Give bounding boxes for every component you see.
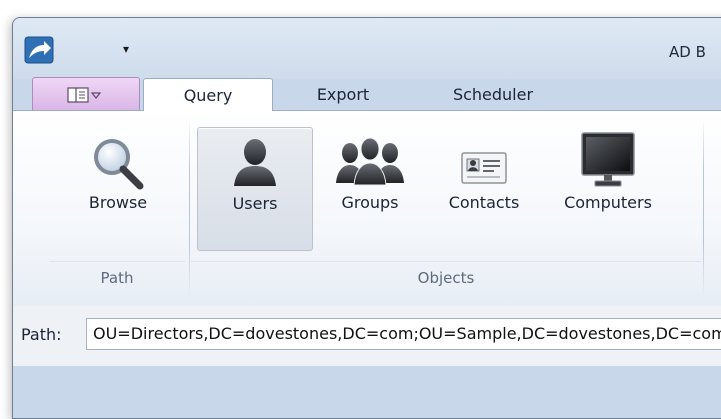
window-title: AD B <box>669 43 706 61</box>
users-label: Users <box>232 194 278 213</box>
path-label: Path: <box>21 325 62 344</box>
browse-button[interactable]: Browse <box>53 127 183 249</box>
contact-card-icon <box>460 151 508 189</box>
objects-group-label: Objects <box>191 261 701 296</box>
path-input[interactable]: OU=Directors,DC=dovestones,DC=com;OU=Sam… <box>86 318 721 350</box>
computers-button[interactable]: Computers <box>543 127 673 249</box>
group-icon <box>335 135 405 191</box>
ribbon-group-path: Browse Path <box>13 111 191 306</box>
groups-button[interactable]: Groups <box>315 127 425 249</box>
tab-export[interactable]: Export <box>283 78 403 110</box>
users-button[interactable]: Users <box>197 127 313 251</box>
tab-scheduler[interactable]: Scheduler <box>423 78 563 110</box>
tab-query[interactable]: Query <box>143 78 273 111</box>
path-group-label: Path <box>49 261 185 296</box>
computers-label: Computers <box>564 193 652 212</box>
path-bar: Path: OU=Directors,DC=dovestones,DC=com;… <box>13 306 721 366</box>
app-menu-button[interactable] <box>32 77 140 112</box>
ribbon: Browse Path Users Groups Contacts Comput… <box>13 110 721 307</box>
magnifier-icon <box>88 135 148 195</box>
app-menu-icon <box>67 86 102 103</box>
contacts-label: Contacts <box>448 193 520 212</box>
group-divider <box>189 117 190 297</box>
contacts-button[interactable]: Contacts <box>429 127 539 249</box>
user-icon <box>230 136 280 192</box>
customize-toolbar-dropdown[interactable]: ▾ <box>115 39 137 59</box>
app-window: ▾ AD B Query Export Scheduler Browse Pat… <box>12 17 721 419</box>
browse-label: Browse <box>88 193 148 212</box>
group-divider <box>703 117 704 297</box>
monitor-icon <box>579 131 637 195</box>
app-icon[interactable] <box>24 36 54 64</box>
groups-label: Groups <box>341 193 399 212</box>
ribbon-group-objects: Users Groups Contacts Computers Objects <box>191 111 721 306</box>
title-bar: ▾ AD B <box>13 18 721 70</box>
